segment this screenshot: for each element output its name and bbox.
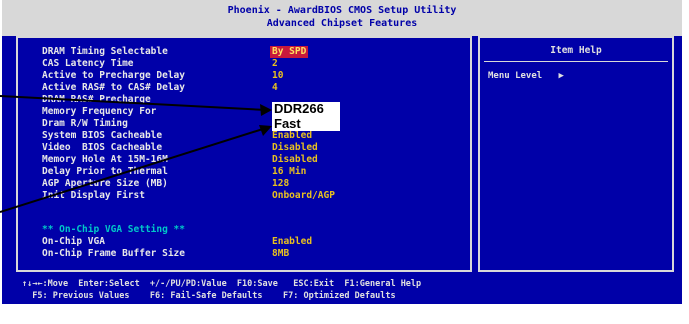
setting-value[interactable]: By SPD <box>270 46 309 58</box>
setting-label: System BIOS Cacheable <box>42 130 163 141</box>
item-help-title: Item Help <box>550 45 602 56</box>
setting-value[interactable]: Enabled <box>272 236 312 248</box>
setting-label: Video BIOS Cacheable <box>42 142 163 153</box>
setting-value[interactable]: Disabled <box>272 154 318 166</box>
setting-label: CAS Latency Time <box>42 58 134 69</box>
setting-value[interactable]: 4 <box>272 82 278 94</box>
setting-value[interactable]: 2 <box>272 58 278 70</box>
setting-label: Delay Prior to Thermal <box>42 166 168 177</box>
setting-label: Active to Precharge Delay <box>42 70 185 81</box>
setting-value[interactable]: Onboard/AGP <box>272 190 335 202</box>
help-divider <box>484 61 668 62</box>
key-help-line-1: ↑↓→←:Move Enter:Select +/-/PU/PD:Value F… <box>22 279 422 289</box>
setting-label: Active RAS# to CAS# Delay <box>42 82 185 93</box>
setting-value[interactable]: 8MB <box>272 248 289 260</box>
setting-label: Memory Hole At 15M-16M <box>42 154 168 165</box>
bios-screen: Phoenix - AwardBIOS CMOS Setup Utility A… <box>2 0 682 304</box>
menu-level-indicator: Menu Level ▶ <box>488 71 564 81</box>
setting-value[interactable]: 10 <box>272 70 283 82</box>
setting-value[interactable]: Disabled <box>272 142 318 154</box>
setting-label: DRAM RAS# Precharge <box>42 94 151 105</box>
setting-value[interactable]: 128 <box>272 178 289 190</box>
setting-value[interactable]: Enabled <box>272 130 312 142</box>
setting-label: Memory Frequency For <box>42 106 157 117</box>
section-comment: ** On-Chip VGA Setting ** <box>42 224 185 235</box>
setting-label: Dram R/W Timing <box>42 118 128 129</box>
setting-label: AGP Aperture Size (MB) <box>42 178 168 189</box>
key-help-line-2: F5: Previous Values F6: Fail-Safe Defaul… <box>22 291 396 301</box>
setting-label: On-Chip VGA <box>42 236 105 247</box>
setting-value[interactable]: 16 Min <box>272 166 306 178</box>
key-help-bar: ↑↓→←:Move Enter:Select +/-/PU/PD:Value F… <box>2 276 682 304</box>
callout-memory-frequency-value: DDR266 <box>272 102 340 117</box>
item-help-panel: Item Help Menu Level ▶ <box>478 36 674 272</box>
settings-list: DRAM Timing Selectable By SPD CAS Latenc… <box>42 0 462 300</box>
setting-label: On-Chip Frame Buffer Size <box>42 248 185 259</box>
setting-label: DRAM Timing Selectable <box>42 46 168 57</box>
callout-dram-rw-timing-value: Fast <box>272 117 340 131</box>
setting-label: Init Display First <box>42 190 145 201</box>
